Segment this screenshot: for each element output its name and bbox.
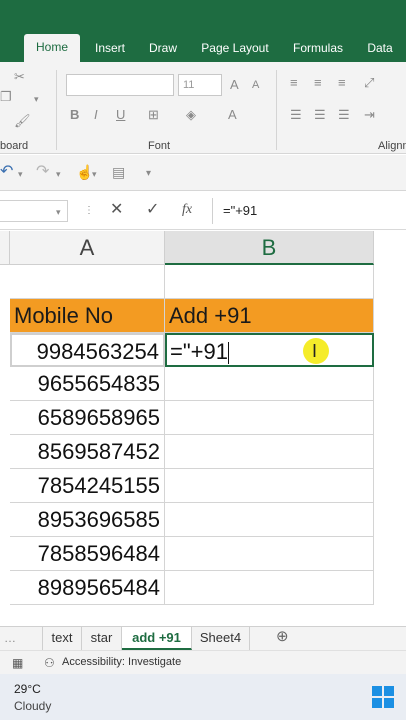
sheet-tab-text[interactable]: text — [42, 627, 82, 650]
format-painter-icon[interactable]: 🖌 — [14, 114, 31, 128]
tab-insert[interactable]: Insert — [86, 38, 134, 62]
ribbon: ✂ ❐ ▾ 🖌 board 11 A A B I U ⊞ ◈ A Font ≡ … — [0, 62, 406, 154]
enter-icon[interactable]: ✓ — [146, 202, 159, 218]
tab-data[interactable]: Data — [362, 38, 398, 62]
sheet-tab-bar: … text star add +91 Sheet4 ⊕ — [0, 626, 406, 650]
cell-a7[interactable]: 7854245155 — [10, 469, 165, 503]
quick-access-toolbar: ↶ ▾ ↷ ▾ ☝ ▾ ▤ ▾ — [0, 155, 406, 191]
cell-a9[interactable]: 7858596484 — [10, 537, 165, 571]
align-right-icon[interactable]: ☰ — [338, 108, 350, 122]
sheet-tab-sheet4[interactable]: Sheet4 — [192, 627, 250, 650]
decrease-font-icon[interactable]: A — [252, 78, 259, 92]
fill-color-icon[interactable]: ◈ — [186, 108, 196, 122]
name-box[interactable]: ▾ — [0, 200, 68, 222]
formula-bar: ▾ ⋮ ✕ ✓ fx ="+91 — [0, 192, 406, 230]
clipboard-group-label: board — [0, 140, 29, 152]
align-center-icon[interactable]: ☰ — [314, 108, 326, 122]
cancel-icon[interactable]: ✕ — [110, 202, 123, 218]
align-left-icon[interactable]: ☰ — [290, 108, 302, 122]
indent-icon[interactable]: ⇥ — [364, 108, 375, 122]
tab-draw[interactable]: Draw — [140, 38, 186, 62]
font-color-icon[interactable]: A — [228, 108, 237, 122]
worksheet-grid: A B Mobile No Add +91 9984563254 ="+91 I… — [0, 231, 406, 626]
alignment-group-label: Alignm — [378, 140, 406, 152]
undo-icon[interactable]: ↶ — [0, 164, 13, 180]
align-bottom-icon[interactable]: ≡ — [338, 76, 346, 90]
chevron-down-icon[interactable]: ▾ — [18, 167, 23, 181]
cell-a5[interactable]: 6589658965 — [10, 401, 165, 435]
more-icon: ⋮ — [84, 205, 94, 216]
tab-formulas[interactable]: Formulas — [286, 38, 350, 62]
align-top-icon[interactable]: ≡ — [290, 76, 298, 90]
ribbon-tab-bar: Home Insert Draw Page Layout Formulas Da… — [0, 0, 406, 62]
insert-function-icon[interactable]: fx — [182, 203, 192, 217]
cell-a8[interactable]: 8953696585 — [10, 503, 165, 537]
touch-mode-icon[interactable]: ☝ — [76, 165, 93, 179]
formula-input[interactable]: ="+91 — [212, 198, 406, 224]
sheet-tab-star[interactable]: star — [82, 627, 122, 650]
tab-home[interactable]: Home — [24, 34, 80, 62]
borders-icon[interactable]: ⊞ — [148, 108, 159, 122]
font-size-value: 11 — [183, 79, 195, 91]
font-group-label: Font — [148, 140, 171, 152]
accessibility-status[interactable]: Accessibility: Investigate — [62, 656, 181, 668]
cell-a4[interactable]: 9655654835 — [10, 367, 165, 401]
cell-a10[interactable]: 8989565484 — [10, 571, 165, 605]
cell-a3[interactable]: 9984563254 — [10, 333, 165, 367]
column-header-a[interactable]: A — [10, 231, 165, 265]
column-header-b[interactable]: B — [165, 231, 374, 265]
cell-b7[interactable] — [165, 469, 374, 503]
add-sheet-icon[interactable]: ⊕ — [276, 629, 289, 644]
status-bar: ▦ ⚇ Accessibility: Investigate — [0, 650, 406, 674]
cell-b9[interactable] — [165, 537, 374, 571]
redo-icon[interactable]: ↷ — [36, 164, 49, 180]
font-name-dropdown[interactable] — [66, 74, 174, 96]
cell-b5[interactable] — [165, 401, 374, 435]
taskbar: 29°C Cloudy — [0, 674, 406, 720]
chevron-down-icon[interactable]: ▾ — [56, 205, 61, 219]
increase-font-icon[interactable]: A — [230, 78, 239, 92]
tab-page-layout[interactable]: Page Layout — [194, 38, 276, 62]
scroll-tabs-icon[interactable]: … — [4, 631, 16, 645]
cell-b8[interactable] — [165, 503, 374, 537]
align-middle-icon[interactable]: ≡ — [314, 76, 322, 90]
accessibility-icon[interactable]: ⚇ — [44, 656, 55, 670]
cut-icon[interactable]: ✂ — [14, 70, 25, 84]
sheet-tab-add-91[interactable]: add +91 — [122, 627, 192, 650]
cell-b3-active[interactable]: ="+91 I — [165, 333, 374, 367]
cell-a1[interactable] — [10, 265, 165, 299]
orientation-icon[interactable]: ⤢ — [364, 76, 374, 90]
cell-mode-icon: ▦ — [12, 656, 24, 670]
weather-temp[interactable]: 29°C — [14, 682, 41, 696]
divider — [276, 70, 277, 150]
divider — [56, 70, 57, 150]
cell-b2[interactable]: Add +91 — [165, 299, 374, 333]
text-cursor — [227, 342, 229, 365]
cell-b6[interactable] — [165, 435, 374, 469]
text-cursor-icon: I — [312, 341, 318, 361]
underline-icon[interactable]: U — [116, 108, 125, 122]
select-all-corner[interactable] — [0, 231, 10, 265]
windows-start-icon[interactable] — [372, 686, 394, 708]
weather-condition[interactable]: Cloudy — [14, 699, 51, 713]
cell-b4[interactable] — [165, 367, 374, 401]
formula-controls: ✕ ✓ fx — [98, 192, 208, 230]
cell-a2[interactable]: Mobile No — [10, 299, 165, 333]
form-icon[interactable]: ▤ — [112, 165, 125, 179]
cell-b10[interactable] — [165, 571, 374, 605]
cell-a6[interactable]: 8569587452 — [10, 435, 165, 469]
cell-b3-text: ="+91 — [170, 339, 228, 364]
chevron-down-icon[interactable]: ▾ — [34, 92, 39, 106]
bold-icon[interactable]: B — [70, 108, 79, 122]
italic-icon[interactable]: I — [94, 108, 98, 122]
cell-b1[interactable] — [165, 265, 374, 299]
customize-qat-icon[interactable]: ▾ — [146, 167, 151, 181]
chevron-down-icon[interactable]: ▾ — [92, 167, 97, 181]
copy-icon[interactable]: ❐ — [0, 90, 12, 104]
font-size-dropdown[interactable]: 11 — [178, 74, 222, 96]
chevron-down-icon[interactable]: ▾ — [56, 167, 61, 181]
